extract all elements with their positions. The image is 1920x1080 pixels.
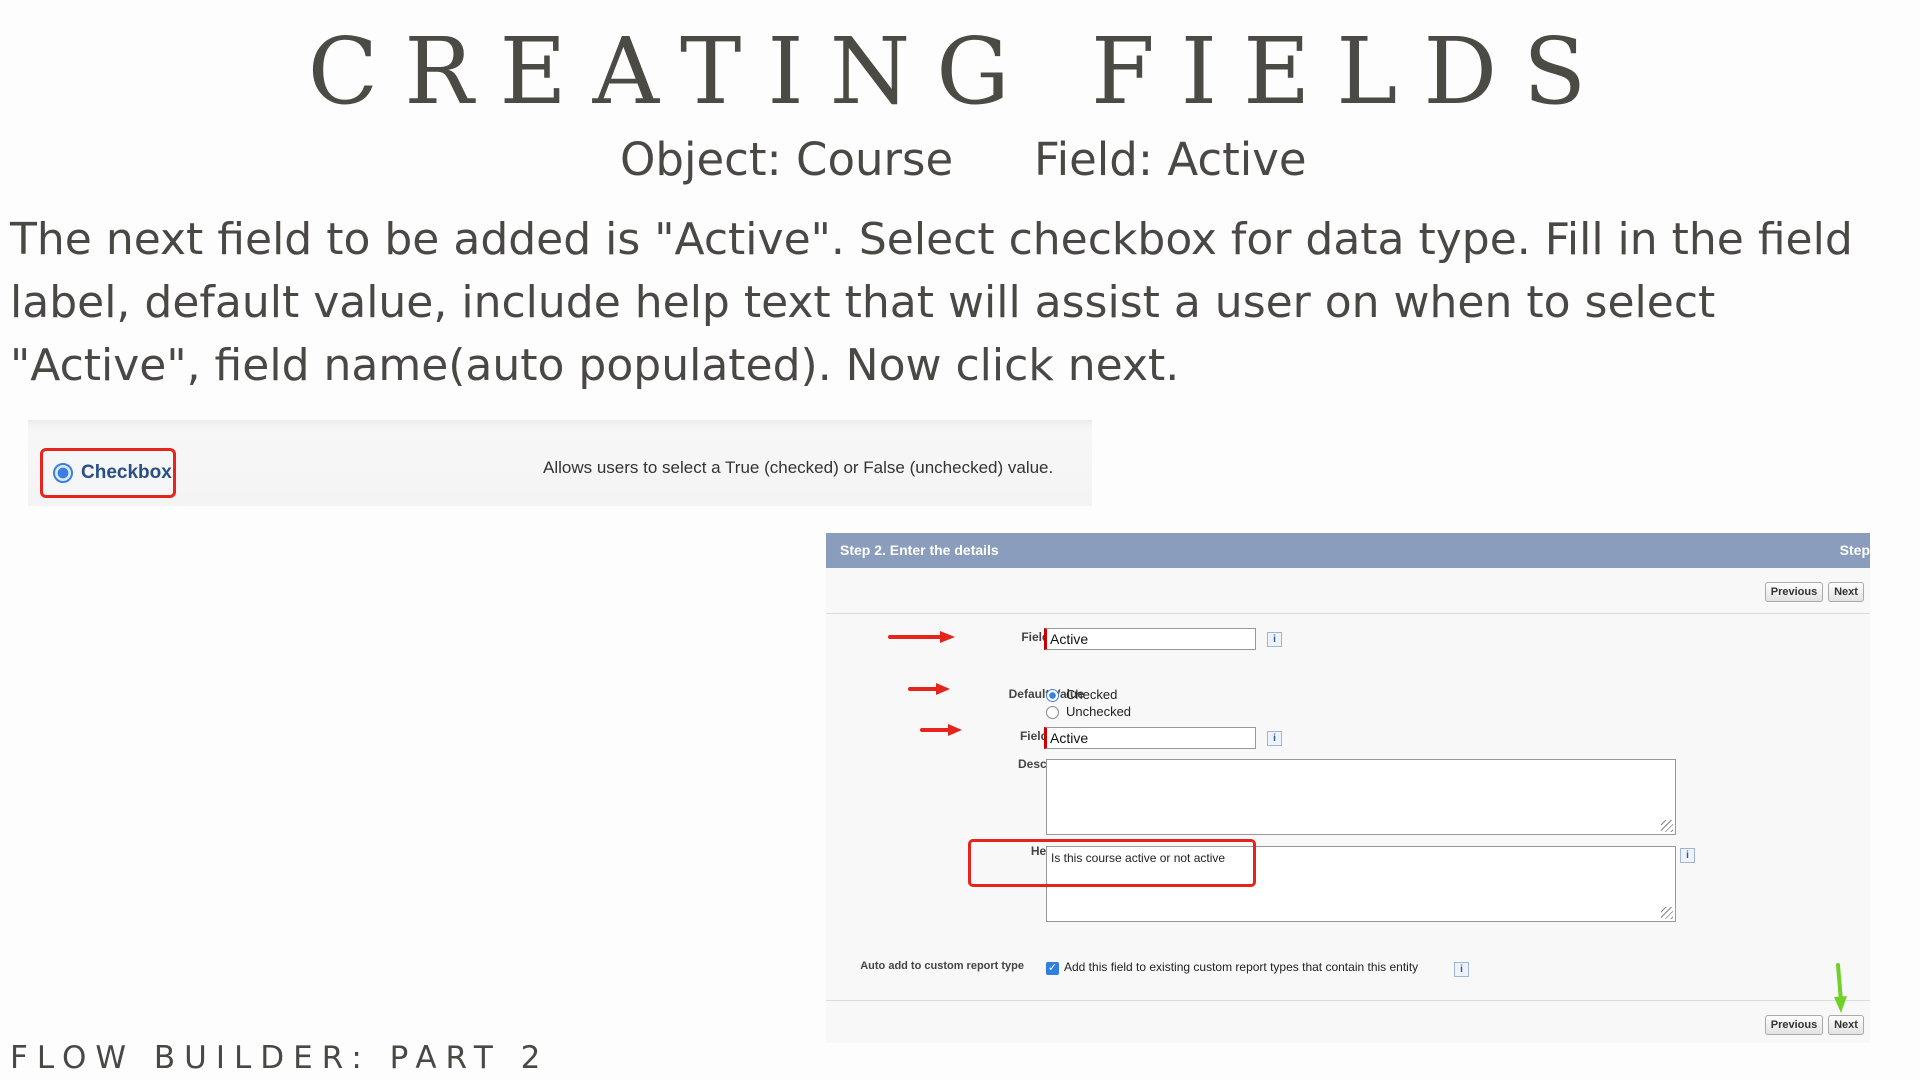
instructions-text: The next field to be added is "Active". … — [10, 214, 1853, 391]
next-button-top[interactable]: Next — [1828, 582, 1864, 602]
radio-checked[interactable] — [1046, 689, 1059, 702]
red-arrow-icon — [888, 631, 955, 643]
panel-header-step: Step — [1839, 542, 1870, 558]
panel-header-title: Step 2. Enter the details — [840, 542, 999, 558]
data-type-strip: Checkbox Allows users to select a True (… — [28, 420, 1092, 506]
next-button-bottom[interactable]: Next — [1828, 1015, 1864, 1035]
radio-unchecked-label: Unchecked — [1066, 704, 1132, 719]
auto-add-text: Add this field to existing custom report… — [1064, 960, 1419, 974]
radio-selected-icon[interactable] — [53, 463, 73, 483]
previous-button-top[interactable]: Previous — [1765, 582, 1823, 602]
radio-unchecked[interactable] — [1046, 706, 1059, 719]
auto-add-checkbox[interactable]: ✓ — [1046, 962, 1059, 975]
description-textarea[interactable] — [1046, 759, 1676, 835]
auto-add-label: Auto add to custom report type — [860, 960, 1024, 972]
field-name-input[interactable]: Active — [1044, 727, 1256, 749]
field-label-input[interactable]: Active — [1044, 628, 1256, 650]
help-text-highlight — [968, 839, 1256, 887]
checkbox-option-description: Allows users to select a True (checked) … — [543, 458, 1054, 477]
slide-title: CREATING FIELDS — [307, 18, 1613, 125]
panel-header: Step 2. Enter the details Step — [826, 533, 1870, 568]
info-icon[interactable]: i — [1454, 962, 1469, 977]
divider — [826, 613, 1870, 614]
info-icon[interactable]: i — [1680, 848, 1695, 863]
resize-grip-icon[interactable] — [1661, 820, 1673, 832]
green-arrow-icon — [1834, 963, 1847, 1013]
resize-grip-icon[interactable] — [1661, 907, 1673, 919]
field-subtitle: Field: Active — [1034, 133, 1307, 186]
divider — [826, 1000, 1870, 1001]
checkbox-option-label: Checkbox — [81, 462, 172, 483]
field-details-panel: Step 2. Enter the details Step Previous … — [826, 533, 1870, 1043]
previous-button-bottom[interactable]: Previous — [1765, 1015, 1823, 1035]
red-arrow-icon — [908, 683, 950, 695]
info-icon[interactable]: i — [1267, 731, 1282, 746]
info-icon[interactable]: i — [1267, 632, 1282, 647]
red-arrow-icon — [920, 724, 962, 736]
object-subtitle: Object: Course — [620, 133, 954, 186]
checkbox-option[interactable]: Checkbox — [40, 448, 176, 498]
footer-label: FLOW BUILDER: PART 2 — [10, 1040, 550, 1076]
radio-checked-label: Checked — [1066, 687, 1118, 702]
